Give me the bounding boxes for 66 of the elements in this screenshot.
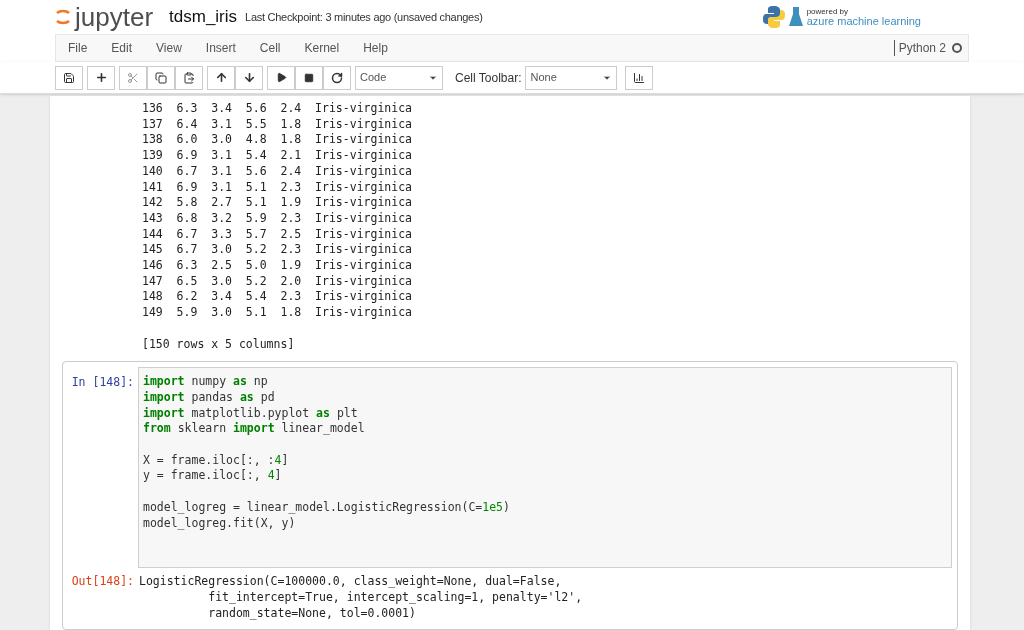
output-row: 137 6.4 3.1 5.5 1.8 Iris-virginica bbox=[142, 116, 413, 133]
code-line: import pandas as pd bbox=[143, 389, 275, 406]
code-editor[interactable] bbox=[138, 367, 952, 569]
move-up-button[interactable] bbox=[207, 65, 235, 90]
output-text: LogisticRegression(C=100000.0, class_weight=None, dual=False, fit_intercept=True, intercept_scaling=1, penalty='l2', random_state=None, tol=0.0001) bbox=[138, 574, 583, 622]
play-icon bbox=[275, 72, 287, 83]
menu-item[interactable]: Edit bbox=[99, 39, 145, 57]
powered-by-text: powered by bbox=[806, 7, 848, 16]
restart-icon bbox=[331, 71, 343, 84]
code-line: X = frame.iloc[:, :4] bbox=[143, 452, 289, 469]
menu-item[interactable]: Help bbox=[351, 39, 400, 57]
output-row: 140 6.7 3.1 5.6 2.4 Iris-virginica bbox=[142, 163, 413, 180]
cell-toolbar-select[interactable]: None bbox=[525, 65, 618, 90]
code-line: import numpy as np bbox=[143, 374, 268, 390]
copy-icon bbox=[155, 71, 167, 84]
restart-button[interactable] bbox=[323, 65, 351, 90]
output-row: 142 5.8 2.7 5.1 1.9 Iris-virginica bbox=[142, 195, 413, 211]
code-line: from sklearn import linear_model bbox=[143, 421, 365, 438]
output-row: 146 6.3 2.5 5.0 1.9 Iris-virginica bbox=[142, 258, 413, 274]
menu-item[interactable]: View bbox=[144, 39, 194, 57]
output-row: 136 6.3 3.4 5.6 2.4 Iris-virginica bbox=[142, 101, 413, 117]
copy-button[interactable] bbox=[147, 65, 175, 90]
jupyter-logo-text: jupyter bbox=[75, 4, 154, 30]
paste-button[interactable] bbox=[175, 65, 203, 90]
arrow-up-icon bbox=[214, 71, 228, 84]
output-summary: [150 rows x 5 columns] bbox=[142, 336, 295, 353]
output-row: 139 6.9 3.1 5.4 2.1 Iris-virginica bbox=[142, 148, 413, 164]
kernel-name: Python 2 bbox=[898, 40, 946, 57]
python-logo-icon bbox=[762, 5, 785, 29]
bar-chart-icon bbox=[633, 71, 646, 84]
stop-button[interactable] bbox=[295, 65, 323, 90]
menu-item[interactable]: Cell bbox=[247, 39, 293, 57]
output-row: 149 5.9 3.0 5.1 1.8 Iris-virginica bbox=[142, 305, 413, 321]
plus-icon bbox=[94, 71, 108, 84]
output-row: 138 6.0 3.0 4.8 1.8 Iris-virginica bbox=[142, 132, 413, 149]
code-line: model_logreg = linear_model.LogisticRegression(C=1e5) bbox=[143, 499, 510, 516]
clipboard-icon bbox=[183, 71, 195, 84]
code-line: import matplotlib.pyplot as plt bbox=[143, 405, 358, 422]
brand-name: azure machine learning bbox=[806, 15, 921, 27]
save-button[interactable] bbox=[55, 65, 83, 90]
save-icon bbox=[63, 71, 75, 84]
input-prompt: In [148]: bbox=[71, 375, 134, 392]
flask-icon bbox=[788, 6, 803, 28]
code-line: model_logreg.fit(X, y) bbox=[143, 515, 296, 532]
output-row: 145 6.7 3.0 5.2 2.3 Iris-virginica bbox=[142, 242, 413, 259]
scissors-icon bbox=[127, 71, 139, 84]
output-row: 143 6.8 3.2 5.9 2.3 Iris-virginica bbox=[142, 210, 413, 227]
output-row: 148 6.2 3.4 5.4 2.3 Iris-virginica bbox=[142, 289, 413, 306]
add-cell-button[interactable] bbox=[87, 65, 115, 90]
run-button[interactable] bbox=[267, 65, 295, 90]
output-row: 147 6.5 3.0 5.2 2.0 Iris-virginica bbox=[142, 273, 413, 290]
chart-button[interactable] bbox=[625, 65, 654, 90]
menu-item[interactable]: Insert bbox=[193, 39, 248, 57]
move-down-button[interactable] bbox=[235, 65, 263, 90]
cell-type-select[interactable]: Code bbox=[355, 65, 443, 90]
output-row: 141 6.9 3.1 5.1 2.3 Iris-virginica bbox=[142, 179, 413, 196]
stop-icon bbox=[304, 72, 314, 83]
menu-item[interactable]: File bbox=[56, 39, 100, 57]
output-row: 144 6.7 3.3 5.7 2.5 Iris-virginica bbox=[142, 226, 413, 243]
cell-toolbar-label: Cell Toolbar: bbox=[455, 69, 522, 87]
checkpoint-status: Last Checkpoint: 3 minutes ago (unsaved changes) bbox=[245, 9, 483, 25]
notebook-name[interactable]: tdsm_iris bbox=[169, 4, 238, 30]
output-prompt: Out[148]: bbox=[71, 574, 134, 591]
arrow-down-icon bbox=[242, 71, 256, 84]
code-line: y = frame.iloc[:, 4] bbox=[143, 468, 282, 485]
menu-item[interactable]: Kernel bbox=[292, 39, 352, 57]
